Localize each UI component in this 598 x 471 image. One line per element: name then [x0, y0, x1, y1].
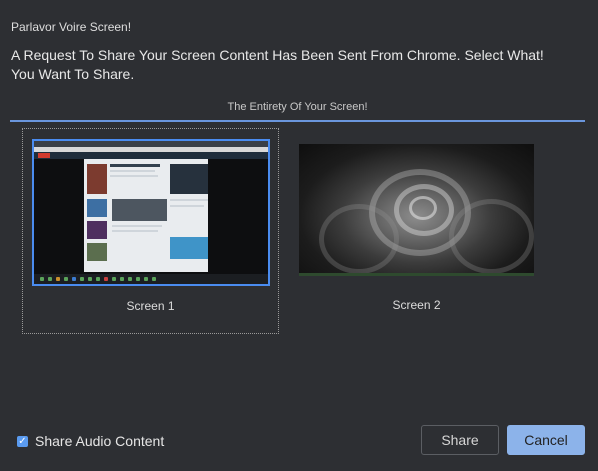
screen-tile-1[interactable]: Screen 1: [22, 128, 279, 334]
screen-1-thumbnail: [32, 139, 270, 286]
screen-2-label: Screen 2: [392, 298, 441, 312]
dialog-prompt: A Request To Share Your Screen Content H…: [11, 47, 544, 82]
share-audio-checkbox[interactable]: ✓: [17, 435, 28, 447]
screen-tile-2[interactable]: Screen 2: [288, 128, 545, 334]
tab-entire-screen[interactable]: The Entirety Of Your Screen!: [10, 98, 585, 122]
dialog-title: Parlavor Voire Screen!: [11, 20, 132, 34]
tab-underline: [10, 120, 585, 122]
cancel-button[interactable]: Cancel: [507, 425, 585, 455]
share-audio-label: Share Audio Content: [35, 433, 165, 449]
share-audio-row[interactable]: ✓ Share Audio Content: [17, 432, 164, 450]
share-button[interactable]: Share: [421, 425, 499, 455]
screen-2-thumbnail: [299, 144, 534, 276]
screen-1-label: Screen 1: [126, 299, 175, 313]
tab-label: The Entirety Of Your Screen!: [227, 101, 368, 113]
